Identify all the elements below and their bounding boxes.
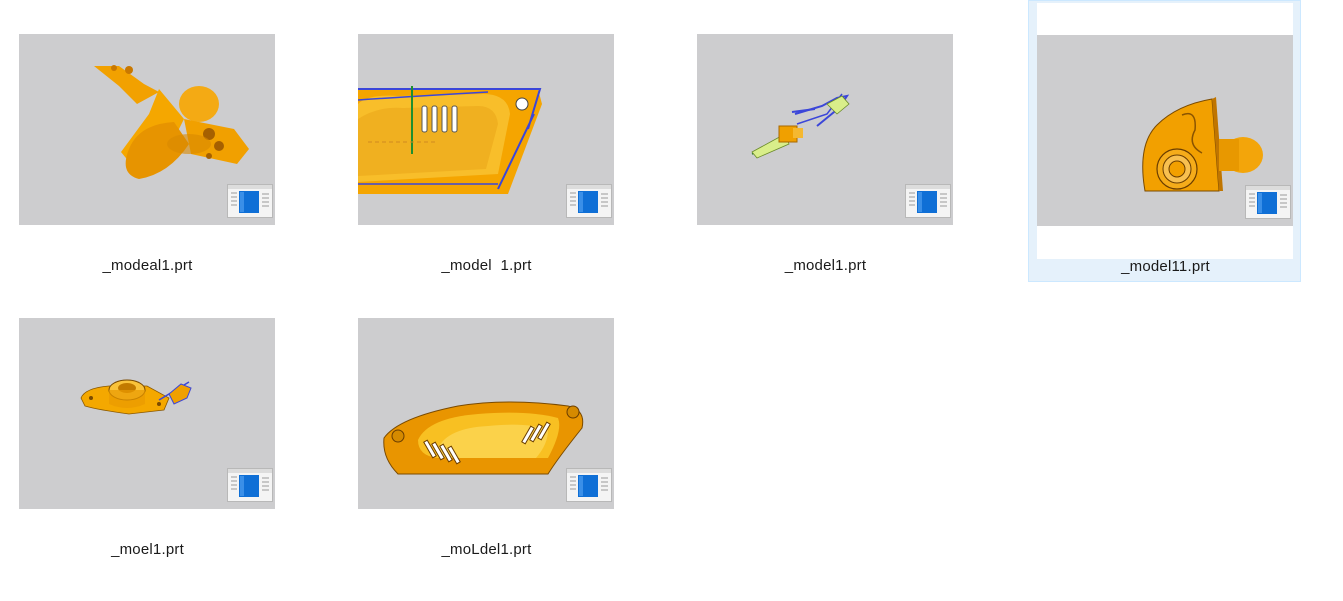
thumbnail-frame — [19, 2, 275, 258]
thumbnail-frame — [358, 2, 614, 258]
file-name-label[interactable]: _model1.prt — [689, 257, 962, 274]
file-item-model-1[interactable]: _model 1.prt — [350, 0, 623, 282]
thumbnail-frame — [697, 2, 953, 258]
file-item-model1[interactable]: _model1.prt — [689, 0, 962, 282]
file-item-modeal1[interactable]: _modeal1.prt — [11, 0, 284, 282]
thumbnail-frame — [19, 286, 275, 542]
file-item-model11[interactable]: _model11.prt — [1028, 0, 1301, 282]
nx-part-document-icon — [227, 468, 273, 502]
file-name-label[interactable]: _model11.prt — [1029, 258, 1302, 275]
nx-part-document-icon — [905, 184, 951, 218]
nx-part-document-icon — [227, 184, 273, 218]
nx-part-document-icon — [1245, 185, 1291, 219]
nx-part-document-icon — [566, 184, 612, 218]
file-name-label[interactable]: _model 1.prt — [350, 257, 623, 274]
thumbnail-frame — [1037, 3, 1293, 259]
file-item-moldel1[interactable]: _moLdel1.prt — [350, 284, 623, 566]
file-name-label[interactable]: _moLdel1.prt — [350, 541, 623, 558]
file-item-moel1[interactable]: _moel1.prt — [11, 284, 284, 566]
file-name-label[interactable]: _modeal1.prt — [11, 257, 284, 274]
thumbnail-frame — [358, 286, 614, 542]
file-name-label[interactable]: _moel1.prt — [11, 541, 284, 558]
nx-part-document-icon — [566, 468, 612, 502]
